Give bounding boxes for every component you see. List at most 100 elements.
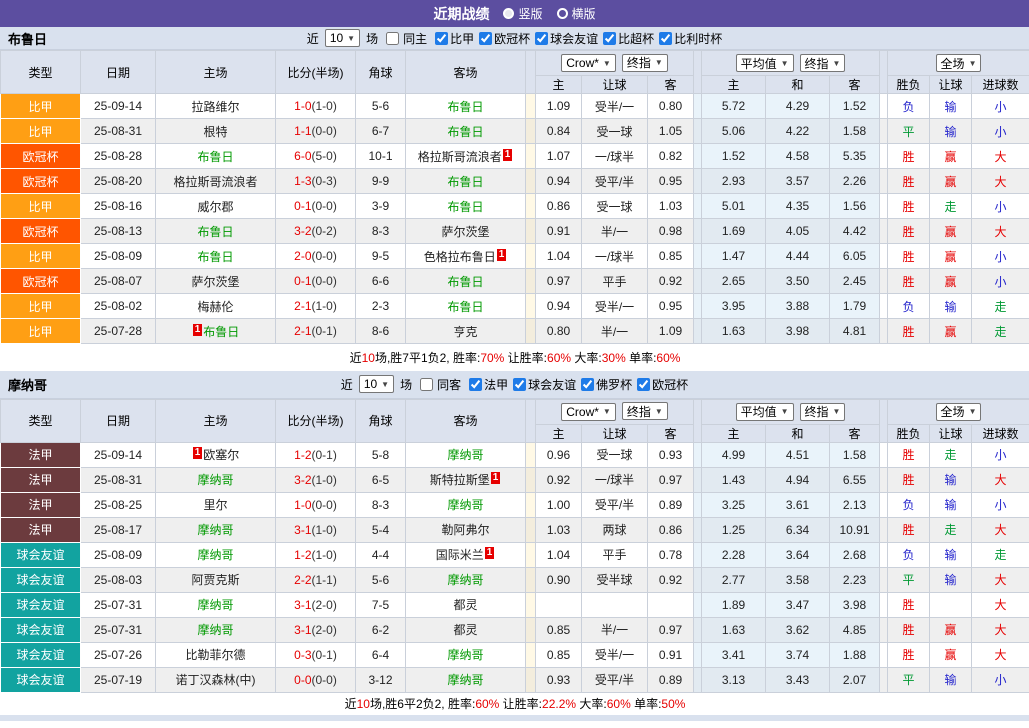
col-avg-home: 主 bbox=[702, 424, 766, 442]
league-checkbox[interactable] bbox=[535, 32, 548, 45]
away-team: 布鲁日 bbox=[406, 169, 526, 194]
avg-home: 2.28 bbox=[702, 542, 766, 567]
league-checkbox[interactable] bbox=[513, 378, 526, 391]
avg-home: 2.65 bbox=[702, 269, 766, 294]
summary-part: 60% bbox=[607, 697, 631, 711]
league-checkbox[interactable] bbox=[469, 378, 482, 391]
away-team: 布鲁日 bbox=[406, 294, 526, 319]
spacer bbox=[880, 94, 888, 119]
league-filter: 欧冠杯 bbox=[632, 376, 688, 393]
matches-table-brugge: 类型 日期 主场 比分(半场) 角球 客场 Crow*▼终指▼ 平均值▼终指▼ … bbox=[0, 50, 1029, 371]
odds-away: 0.85 bbox=[648, 244, 694, 269]
odds-away: 0.95 bbox=[648, 294, 694, 319]
away-team: 斯特拉斯堡1 bbox=[406, 467, 526, 492]
avg-home: 1.63 bbox=[702, 617, 766, 642]
league-label: 比超杯 bbox=[618, 30, 654, 47]
radio-selected-icon[interactable] bbox=[503, 8, 514, 19]
odds-away: 0.82 bbox=[648, 144, 694, 169]
scope-select[interactable]: 全场▼ bbox=[936, 54, 982, 72]
odds-handicap: 一/球半 bbox=[582, 144, 648, 169]
odds-handicap: 受半球 bbox=[582, 567, 648, 592]
fulltime-score: 1-2 bbox=[294, 448, 311, 462]
table-row: 比甲25-08-31根特1-1(0-0)6-7布鲁日0.84受一球1.055.0… bbox=[1, 119, 1029, 144]
same-away-checkbox[interactable] bbox=[420, 378, 433, 391]
league-checkbox[interactable] bbox=[581, 378, 594, 391]
spacer bbox=[880, 667, 888, 692]
spacer bbox=[526, 442, 536, 467]
spacer bbox=[880, 542, 888, 567]
match-count-select[interactable]: 10▼ bbox=[325, 29, 360, 47]
fulltime-score: 3-1 bbox=[294, 598, 311, 612]
result-outcome: 胜 bbox=[888, 642, 930, 667]
league-checkbox[interactable] bbox=[659, 32, 672, 45]
avg-draw: 3.57 bbox=[766, 169, 830, 194]
same-home-checkbox[interactable] bbox=[386, 32, 399, 45]
result-outcome: 平 bbox=[888, 119, 930, 144]
spacer bbox=[880, 492, 888, 517]
spacer bbox=[694, 617, 702, 642]
odds-home: 0.80 bbox=[536, 319, 582, 344]
score: 0-1(0-0) bbox=[276, 269, 356, 294]
team-name: 国际米兰 bbox=[436, 548, 484, 562]
fulltime-score: 2-2 bbox=[294, 573, 311, 587]
team-name: 里尔 bbox=[203, 498, 227, 512]
league-label: 球会友谊 bbox=[550, 30, 598, 47]
spacer bbox=[526, 244, 536, 269]
title-bar: 近期战绩 竖版 横版 bbox=[0, 0, 1029, 27]
corner-count: 5-6 bbox=[356, 567, 406, 592]
odds-source-select[interactable]: Crow*▼ bbox=[561, 54, 616, 72]
result-goals: 小 bbox=[972, 667, 1029, 692]
odds-away: 1.09 bbox=[648, 319, 694, 344]
odds-kind-select[interactable]: 终指▼ bbox=[622, 54, 668, 72]
match-date: 25-08-02 bbox=[81, 294, 156, 319]
summary-part: 近 bbox=[345, 697, 357, 711]
league-checkbox[interactable] bbox=[637, 378, 650, 391]
spacer bbox=[880, 269, 888, 294]
scope-select[interactable]: 全场▼ bbox=[936, 403, 982, 421]
league-filter-group: 比甲欧冠杯球会友谊比超杯比利时杯 bbox=[430, 30, 722, 47]
score: 3-2(1-0) bbox=[276, 467, 356, 492]
spacer bbox=[694, 319, 702, 344]
avg-home: 3.95 bbox=[702, 294, 766, 319]
corner-count: 5-8 bbox=[356, 442, 406, 467]
odds-home: 0.96 bbox=[536, 442, 582, 467]
corner-count: 5-4 bbox=[356, 517, 406, 542]
spacer bbox=[880, 567, 888, 592]
league-checkbox[interactable] bbox=[435, 32, 448, 45]
halftime-score: (1-0) bbox=[312, 523, 337, 537]
team-name: 布鲁日 bbox=[203, 325, 239, 339]
layout-radio-vertical[interactable]: 竖版 bbox=[503, 5, 542, 22]
chevron-down-icon: ▼ bbox=[781, 59, 789, 68]
radio-unselected-icon[interactable] bbox=[557, 8, 568, 19]
team-name: 都灵 bbox=[453, 598, 477, 612]
result-handicap: 赢 bbox=[930, 617, 972, 642]
avg-draw: 3.62 bbox=[766, 617, 830, 642]
avg-kind-select[interactable]: 终指▼ bbox=[800, 54, 846, 72]
league-checkbox[interactable] bbox=[603, 32, 616, 45]
avg-source-select[interactable]: 平均值▼ bbox=[736, 54, 794, 72]
result-handicap: 输 bbox=[930, 567, 972, 592]
spacer bbox=[694, 467, 702, 492]
match-date: 25-08-31 bbox=[81, 119, 156, 144]
spacer bbox=[526, 269, 536, 294]
match-date: 25-08-13 bbox=[81, 219, 156, 244]
avg-away: 1.58 bbox=[830, 442, 880, 467]
result-outcome: 胜 bbox=[888, 617, 930, 642]
avg-kind-select[interactable]: 终指▼ bbox=[800, 403, 846, 421]
league-checkbox[interactable] bbox=[479, 32, 492, 45]
corner-count: 6-2 bbox=[356, 617, 406, 642]
summary-part: 让胜率: bbox=[504, 351, 547, 365]
corner-count: 8-3 bbox=[356, 492, 406, 517]
avg-away: 4.42 bbox=[830, 219, 880, 244]
col-home: 主场 bbox=[156, 399, 276, 442]
summary-part: 大率: bbox=[576, 697, 607, 711]
result-goals: 大 bbox=[972, 169, 1029, 194]
avg-source-select[interactable]: 平均值▼ bbox=[736, 403, 794, 421]
layout-radio-horizontal[interactable]: 横版 bbox=[557, 5, 596, 22]
odds-source-select[interactable]: Crow*▼ bbox=[561, 403, 616, 421]
odds-away: 0.86 bbox=[648, 517, 694, 542]
away-team: 摩纳哥 bbox=[406, 492, 526, 517]
radio-vertical-label: 竖版 bbox=[518, 5, 542, 22]
match-count-select[interactable]: 10▼ bbox=[359, 375, 394, 393]
odds-kind-select[interactable]: 终指▼ bbox=[622, 402, 668, 420]
